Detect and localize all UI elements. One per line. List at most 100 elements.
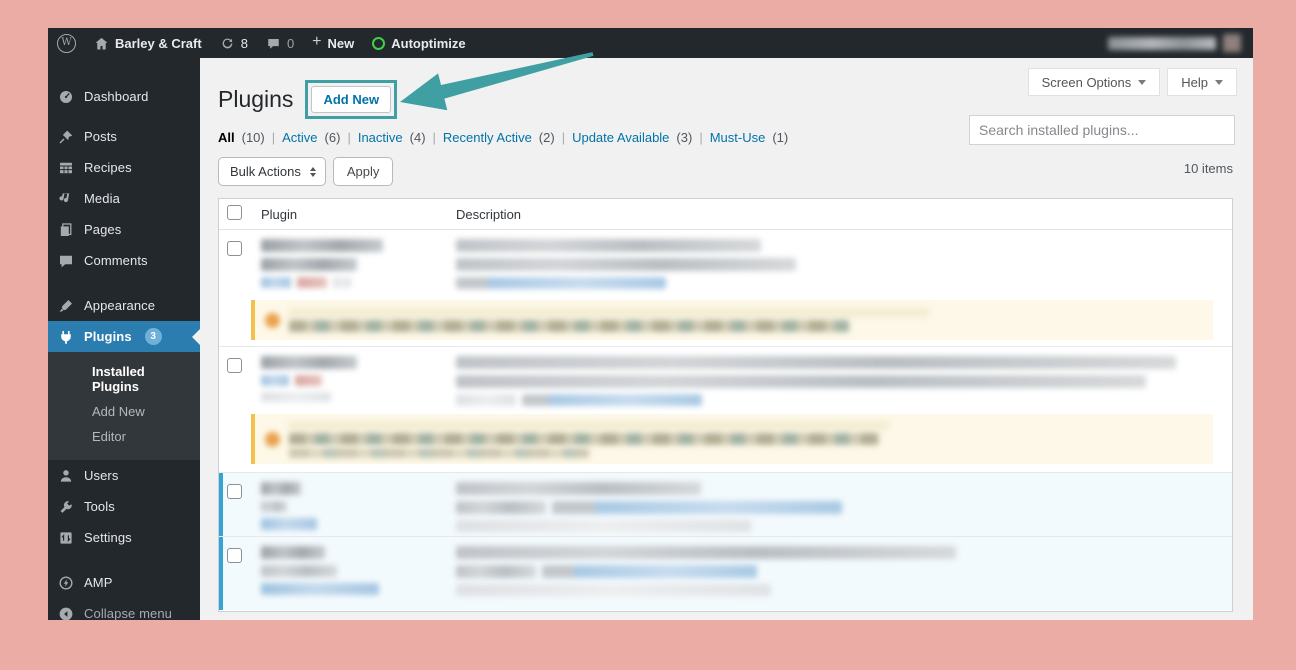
update-notice	[251, 300, 1213, 340]
wordpress-logo-menu[interactable]: W	[48, 28, 85, 58]
sidebar-item-amp[interactable]: AMP	[48, 567, 200, 598]
sidebar-item-appearance[interactable]: Appearance	[48, 290, 200, 321]
filter-count: (10)	[241, 130, 265, 145]
annotation-highlight-box: Add New	[305, 80, 398, 119]
plugin-description-cell	[456, 546, 1232, 610]
screen-options-label: Screen Options	[1041, 74, 1132, 90]
row-checkbox[interactable]	[227, 548, 242, 563]
apply-button[interactable]: Apply	[332, 157, 394, 186]
pages-icon	[57, 222, 75, 238]
table-row	[219, 536, 1232, 610]
filter-all[interactable]: All	[218, 130, 235, 145]
filter-inactive[interactable]: Inactive	[358, 130, 403, 145]
redacted-line	[289, 320, 849, 332]
table-row	[219, 472, 1232, 536]
redacted-line	[261, 546, 325, 559]
submenu-add-new[interactable]: Add New	[48, 399, 200, 424]
redacted-line	[456, 258, 796, 271]
update-icon	[265, 312, 280, 328]
sidebar-item-tools[interactable]: Tools	[48, 491, 200, 522]
sidebar-label: AMP	[84, 575, 113, 590]
filter-count: (2)	[538, 130, 555, 145]
home-icon	[94, 36, 109, 51]
submenu-installed-plugins[interactable]: Installed Plugins	[48, 359, 200, 399]
sidebar-item-posts[interactable]: Posts	[48, 121, 200, 152]
bulk-actions-bar: Bulk Actions Apply	[218, 157, 394, 186]
updates-menu[interactable]: 8	[211, 28, 257, 58]
sidebar-item-comments[interactable]: Comments	[48, 245, 200, 276]
plugin-name-cell	[261, 239, 456, 300]
search-input[interactable]	[969, 115, 1235, 145]
plugin-description-cell	[456, 482, 1232, 536]
help-button[interactable]: Help	[1167, 68, 1237, 96]
filter-update-available[interactable]: Update Available	[572, 130, 669, 145]
redacted-line	[261, 356, 357, 369]
chevron-down-icon	[1138, 79, 1147, 85]
sidebar-item-users[interactable]: Users	[48, 460, 200, 491]
updates-icon	[220, 36, 235, 51]
site-name-menu[interactable]: Barley & Craft	[85, 28, 211, 58]
sidebar-label: Appearance	[84, 298, 156, 313]
filter-must-use[interactable]: Must-Use	[710, 130, 766, 145]
collapse-menu-button[interactable]: Collapse menu	[48, 598, 200, 629]
sidebar-label: Media	[84, 191, 120, 206]
add-new-button[interactable]: Add New	[311, 86, 392, 113]
sidebar-item-dashboard[interactable]: Dashboard	[48, 81, 200, 112]
column-header-description: Description	[456, 206, 522, 222]
settings-icon	[57, 530, 75, 546]
filter-recently-active[interactable]: Recently Active	[443, 130, 532, 145]
autoptimize-label: Autoptimize	[391, 35, 466, 51]
row-checkbox[interactable]	[227, 241, 242, 256]
help-label: Help	[1181, 74, 1208, 90]
admin-sidebar: Dashboard Posts Recipes Media Pages Comm…	[48, 58, 200, 621]
submenu-editor[interactable]: Editor	[48, 424, 200, 449]
sidebar-item-plugins[interactable]: Plugins 3	[48, 321, 200, 352]
table-header: Plugin Description	[219, 199, 1232, 230]
sidebar-item-media[interactable]: Media	[48, 183, 200, 214]
sidebar-item-settings[interactable]: Settings	[48, 522, 200, 553]
filter-separator: |	[561, 130, 566, 145]
redacted-line	[456, 394, 516, 406]
comment-bubble-icon	[57, 253, 75, 269]
comments-menu[interactable]: 0	[257, 28, 303, 58]
redacted-line	[542, 565, 757, 578]
plugin-description-cell	[456, 239, 1232, 300]
comment-icon	[266, 36, 281, 51]
new-content-menu[interactable]: + New	[303, 28, 363, 58]
plugin-icon	[57, 329, 75, 345]
sidebar-item-pages[interactable]: Pages	[48, 214, 200, 245]
sidebar-item-recipes[interactable]: Recipes	[48, 152, 200, 183]
sidebar-label: Collapse menu	[84, 606, 173, 621]
filter-count: (3)	[676, 130, 693, 145]
redacted-line	[456, 239, 761, 252]
calendar-grid-icon	[57, 160, 75, 176]
filter-count: (1)	[772, 130, 789, 145]
redacted-line	[552, 501, 842, 514]
select-all-checkbox[interactable]	[227, 205, 242, 220]
redacted-line	[261, 501, 287, 512]
screen-options-button[interactable]: Screen Options	[1027, 68, 1161, 96]
comment-count: 0	[286, 35, 295, 51]
redacted-username	[1108, 36, 1216, 50]
row-checkbox[interactable]	[227, 358, 242, 373]
admin-bar: W Barley & Craft 8 0 + New Autoptimize	[48, 28, 1253, 58]
autoptimize-menu[interactable]: Autoptimize	[363, 28, 474, 58]
filter-separator: |	[271, 130, 276, 145]
row-checkbox[interactable]	[227, 484, 242, 499]
plus-icon: +	[312, 33, 322, 50]
column-header-plugin: Plugin	[261, 206, 298, 222]
bulk-actions-select[interactable]: Bulk Actions	[218, 157, 326, 186]
plugins-table: Plugin Description	[218, 198, 1233, 612]
redacted-link	[261, 518, 317, 530]
filter-active[interactable]: Active	[282, 130, 317, 145]
account-menu[interactable]	[1108, 34, 1253, 52]
new-label: New	[327, 35, 355, 51]
wrench-icon	[57, 499, 75, 515]
filter-count: (6)	[324, 130, 341, 145]
table-row	[219, 230, 1232, 300]
redacted-line	[261, 482, 301, 495]
sidebar-label: Settings	[84, 530, 132, 545]
plugins-submenu: Installed Plugins Add New Editor	[48, 352, 200, 460]
redacted-line	[456, 482, 701, 495]
redacted-line	[456, 277, 666, 289]
